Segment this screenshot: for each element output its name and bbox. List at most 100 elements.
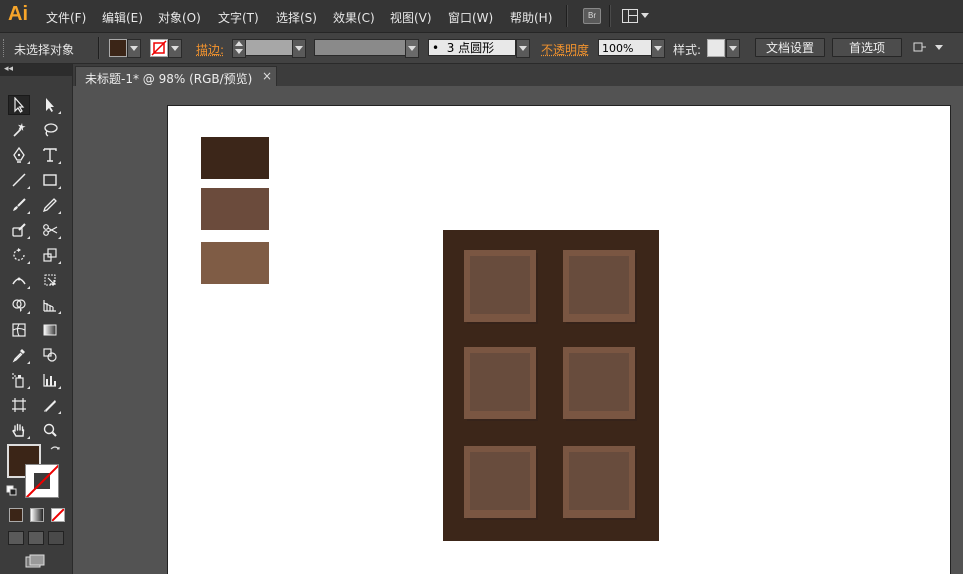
column-graph-tool[interactable] — [39, 370, 61, 390]
menu-type[interactable]: 文字(T) — [218, 9, 259, 26]
rectangle-tool[interactable] — [39, 170, 61, 190]
direct-selection-tool[interactable] — [39, 95, 61, 115]
mesh-tool[interactable] — [8, 320, 30, 340]
selection-tool[interactable] — [8, 95, 30, 115]
menu-window[interactable]: 窗口(W) — [448, 9, 493, 26]
shape-builder-tool[interactable] — [8, 295, 30, 315]
magic-wand-tool[interactable] — [8, 120, 30, 140]
color-swatch-light[interactable] — [201, 242, 269, 284]
scissors-tool[interactable] — [39, 220, 61, 240]
opacity-field[interactable]: 100% — [598, 39, 652, 56]
rotate-tool[interactable] — [8, 245, 30, 265]
opacity-dropdown[interactable] — [651, 39, 665, 58]
perspective-grid-tool[interactable] — [39, 295, 61, 315]
pen-tool[interactable] — [8, 145, 30, 165]
width-icon — [12, 277, 26, 285]
gradient-tool[interactable] — [39, 320, 61, 340]
pencil-tool[interactable] — [39, 195, 61, 215]
stroke-label[interactable]: 描边: — [196, 41, 224, 58]
menu-select[interactable]: 选择(S) — [276, 9, 317, 26]
bridge-button[interactable]: Br — [583, 8, 601, 24]
artboard-tool[interactable] — [8, 395, 30, 415]
collapse-icon[interactable]: ◂◂ — [4, 64, 13, 74]
rotate-icon — [13, 248, 25, 261]
color-swatch-medium[interactable] — [201, 188, 269, 230]
menu-help[interactable]: 帮助(H) — [510, 9, 552, 26]
gradient-mode-button[interactable] — [30, 508, 44, 522]
zoom-tool[interactable] — [39, 420, 61, 440]
none-mode-button[interactable] — [51, 508, 65, 522]
drawing-mode-behind[interactable] — [28, 531, 44, 545]
style-dropdown[interactable] — [726, 39, 740, 58]
selection-arrow-icon — [14, 97, 25, 113]
blob-brush-tool[interactable] — [8, 220, 30, 240]
screen-mode-icon[interactable] — [24, 554, 46, 570]
chocolate-piece[interactable] — [464, 250, 538, 324]
preferences-button[interactable]: 首选项 — [832, 38, 902, 57]
fill-dropdown[interactable] — [127, 39, 141, 58]
close-icon[interactable]: × — [262, 69, 272, 83]
opacity-label[interactable]: 不透明度 — [541, 41, 589, 58]
scale-tool[interactable] — [39, 245, 61, 265]
menu-view[interactable]: 视图(V) — [390, 9, 432, 26]
document-setup-button[interactable]: 文档设置 — [755, 38, 825, 57]
menu-divider — [609, 5, 611, 27]
panel-options-icon[interactable] — [913, 41, 927, 53]
drawing-mode-inside[interactable] — [48, 531, 64, 545]
blend-tool[interactable] — [39, 345, 61, 365]
stroke-dropdown[interactable] — [168, 39, 182, 58]
drawing-mode-normal[interactable] — [8, 531, 24, 545]
paintbrush-tool[interactable] — [8, 195, 30, 215]
symbol-sprayer-tool[interactable] — [8, 370, 30, 390]
brush-definition-field[interactable]: • 3 点圆形 — [428, 39, 516, 56]
stroke-weight-field[interactable] — [245, 39, 293, 56]
control-divider — [98, 37, 100, 59]
menu-file[interactable]: 文件(F) — [46, 9, 86, 26]
chocolate-piece[interactable] — [563, 446, 637, 520]
menu-effect[interactable]: 效果(C) — [333, 9, 375, 26]
lasso-tool[interactable] — [39, 120, 61, 140]
tools-panel-header[interactable]: ◂◂ — [0, 64, 72, 76]
canvas-area[interactable] — [73, 86, 963, 574]
menu-bar: Ai 文件(F) 编辑(E) 对象(O) 文字(T) 选择(S) 效果(C) 视… — [0, 0, 963, 33]
graphic-style-swatch[interactable] — [707, 39, 725, 57]
variable-width-profile[interactable] — [314, 39, 406, 56]
eyedropper-tool[interactable] — [8, 345, 30, 365]
free-transform-tool[interactable] — [39, 270, 61, 290]
color-swatch-dark[interactable] — [201, 137, 269, 179]
chevron-down-icon[interactable] — [641, 13, 649, 18]
profile-dropdown[interactable] — [405, 39, 419, 58]
symbol-sprayer-icon — [12, 373, 24, 388]
chevron-down-icon[interactable] — [935, 45, 943, 50]
fill-color-swatch[interactable] — [109, 39, 127, 57]
default-colors-icon[interactable] — [6, 485, 18, 497]
app-logo: Ai — [8, 3, 28, 25]
chocolate-piece[interactable] — [563, 250, 637, 324]
rectangle-icon — [43, 174, 57, 186]
stroke-weight-stepper[interactable] — [232, 39, 246, 58]
width-tool[interactable] — [8, 270, 30, 290]
chocolate-piece[interactable] — [464, 347, 538, 421]
grip-handle[interactable] — [3, 39, 7, 57]
menu-edit[interactable]: 编辑(E) — [102, 9, 143, 26]
document-tab[interactable]: 未标题-1* @ 98% (RGB/预览) × — [75, 66, 277, 86]
chocolate-piece[interactable] — [563, 347, 637, 421]
color-mode-button[interactable] — [9, 508, 23, 522]
stroke-weight-dropdown[interactable] — [292, 39, 306, 58]
chocolate-bar[interactable] — [443, 230, 659, 541]
stroke-color-swatch[interactable] — [150, 39, 168, 57]
brush-dropdown[interactable] — [516, 39, 530, 58]
stroke-color-box[interactable] — [25, 464, 59, 498]
lasso-icon — [44, 123, 58, 137]
chocolate-piece[interactable] — [464, 446, 538, 520]
hand-tool[interactable] — [8, 420, 30, 440]
line-segment-tool[interactable] — [8, 170, 30, 190]
type-tool[interactable] — [39, 145, 61, 165]
artboard[interactable] — [167, 105, 951, 574]
style-label: 样式: — [673, 43, 702, 57]
free-transform-icon — [44, 274, 56, 286]
arrange-documents-icon[interactable] — [622, 9, 638, 23]
menu-object[interactable]: 对象(O) — [158, 9, 201, 26]
swap-colors-icon[interactable] — [49, 444, 61, 456]
slice-tool[interactable] — [39, 395, 61, 415]
